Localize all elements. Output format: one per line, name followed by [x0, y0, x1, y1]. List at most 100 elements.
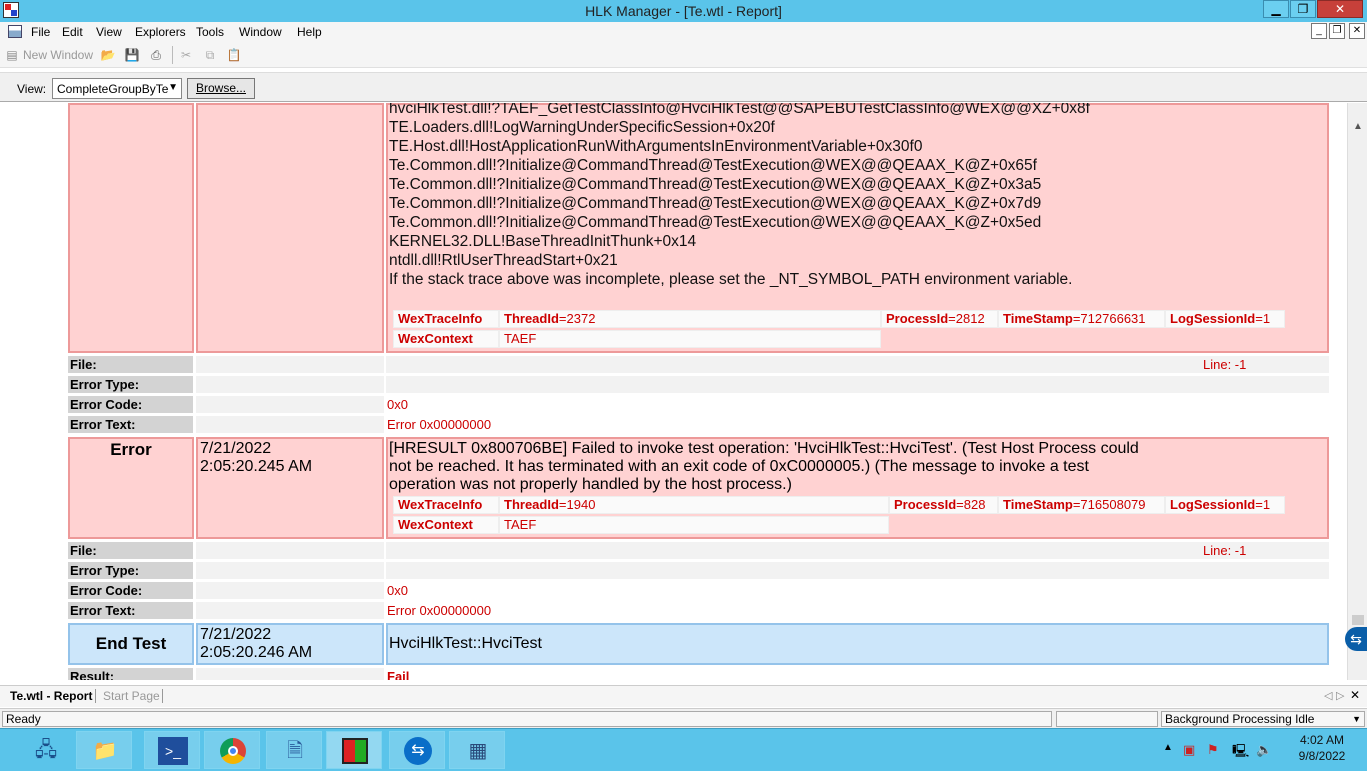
document-app-icon: 🗎 [286, 740, 304, 762]
stack-trace-line: ntdll.dll!RtlUserThreadStart+0x21 [389, 252, 618, 269]
teamviewer-button[interactable]: ⇆ [389, 731, 445, 769]
file-value-cell [386, 356, 1329, 373]
restore-button[interactable]: ❐ [1290, 0, 1316, 18]
network-icon[interactable]: 🖳 [1232, 742, 1249, 764]
menu-explorers[interactable]: Explorers [135, 25, 186, 39]
tab-start-page[interactable]: Start Page [103, 689, 163, 703]
minimize-button[interactable]: ▁ [1263, 0, 1289, 18]
file-label: File: [68, 356, 193, 373]
view-label: View: [17, 82, 47, 96]
menu-file[interactable]: File [31, 25, 50, 39]
new-window-icon[interactable]: ▤ [4, 47, 20, 63]
end-test-date: 7/21/2022 [200, 626, 272, 643]
chevron-down-icon[interactable]: ▼ [1352, 712, 1361, 726]
error-code-value: 0x0 [387, 397, 408, 412]
document-icon[interactable] [8, 25, 22, 38]
system-clock[interactable]: 4:02 AM 9/8/2022 [1292, 732, 1352, 764]
view-select[interactable]: CompleteGroupByTe ▼ [52, 78, 182, 99]
file-explorer-button[interactable]: 📁 [76, 731, 132, 769]
menu-view[interactable]: View [96, 25, 122, 39]
event-type-cell [68, 103, 194, 353]
report-view[interactable]: hvciHlkTest.dll!?TAEF_GetTestClassInfo@H… [0, 103, 1347, 680]
wex-process-id: ProcessId=2812 [881, 310, 998, 328]
tab-scroll-left-icon[interactable]: ◁ [1324, 689, 1332, 702]
print-icon[interactable]: ⎙ [148, 47, 164, 63]
hlk-manager-button[interactable] [326, 731, 382, 769]
file-gray-cell [196, 542, 384, 559]
tab-close-icon[interactable]: ✕ [1350, 688, 1360, 702]
browse-button[interactable]: Browse... [187, 78, 255, 99]
status-processing-text: Background Processing Idle [1165, 712, 1315, 726]
tab-te-report[interactable]: Te.wtl - Report [10, 689, 97, 703]
scroll-up-icon[interactable]: ▲ [1353, 121, 1363, 132]
end-test-message: HvciHlkTest::HvciTest [389, 635, 542, 652]
new-window-button[interactable]: New Window [23, 48, 93, 62]
error-event-date: 7/21/2022 [200, 440, 272, 457]
wex-timestamp: TimeStamp=712766631 [998, 310, 1165, 328]
close-button[interactable]: ✕ [1317, 0, 1363, 18]
wex-context-label: WexContext [393, 330, 499, 348]
menu-help[interactable]: Help [297, 25, 322, 39]
tray-app-icon[interactable]: ▣ [1183, 742, 1195, 758]
paste-icon[interactable]: 📋 [226, 47, 242, 63]
wex-traceinfo-label: WexTraceInfo [393, 496, 499, 514]
wex-context-value: TAEF [499, 516, 889, 534]
clock-date: 9/8/2022 [1298, 749, 1346, 763]
copy-icon[interactable]: ⧉ [202, 47, 218, 63]
error-event-time: 2:05:20.245 AM [200, 458, 313, 475]
error-event-label: Error [110, 440, 152, 459]
chrome-button[interactable] [204, 731, 260, 769]
action-center-icon[interactable]: ⚑ [1207, 742, 1219, 758]
result-label: Result: [68, 668, 193, 680]
chrome-icon [218, 737, 248, 765]
mdi-restore-button[interactable]: ❐ [1329, 23, 1345, 39]
vertical-scrollbar[interactable]: ▲ [1347, 103, 1367, 680]
status-processing[interactable]: Background Processing Idle ▼ [1161, 711, 1365, 727]
stack-trace-line: Te.Common.dll!?Initialize@CommandThread@… [389, 214, 1042, 231]
tab-scroll-right-icon[interactable]: ▷ [1336, 689, 1344, 702]
error-type-gray-cell [196, 562, 384, 579]
window-title: HLK Manager - [Te.wtl - Report] [585, 3, 782, 19]
file-label: File: [68, 542, 193, 559]
menu-edit[interactable]: Edit [62, 25, 83, 39]
wex-timestamp: TimeStamp=716508079 [998, 496, 1165, 514]
error-text-label: Error Text: [68, 416, 193, 433]
volume-icon[interactable]: 🔈 [1256, 742, 1272, 758]
status-text: Ready [2, 711, 1052, 727]
error-code-label: Error Code: [68, 582, 193, 599]
mdi-minimize-button[interactable]: _ [1311, 23, 1327, 39]
document-tabs: Te.wtl - Report Start Page ◁ ▷ ✕ [0, 685, 1367, 707]
scroll-thumb[interactable] [1352, 615, 1364, 625]
end-test-label: End Test [95, 634, 167, 653]
menu-bar: File Edit View Explorers Tools Window He… [0, 22, 1367, 42]
error-code-gray-cell [196, 396, 384, 413]
file-gray-cell [196, 356, 384, 373]
stack-trace-line: TE.Loaders.dll!LogWarningUnderSpecificSe… [389, 119, 775, 136]
menu-tools[interactable]: Tools [196, 25, 224, 39]
powershell-button[interactable]: >_ [144, 731, 200, 769]
teamviewer-side-icon[interactable]: ⇆ [1345, 627, 1367, 651]
toolbar-separator [172, 46, 173, 64]
error-type-value-cell [386, 562, 1329, 579]
wex-log-session: LogSessionId=1 [1165, 496, 1285, 514]
error-type-value-cell [386, 376, 1329, 393]
menu-window[interactable]: Window [239, 25, 282, 39]
mdi-close-button[interactable]: ✕ [1349, 23, 1365, 39]
cut-icon[interactable]: ✂ [178, 47, 194, 63]
tray-expand-icon[interactable]: ▲ [1163, 742, 1173, 753]
server-manager-button[interactable]: 🖧 [18, 731, 74, 769]
error-message-line-1: [HRESULT 0x800706BE] Failed to invoke te… [389, 440, 1139, 457]
end-test-time: 2:05:20.246 AM [200, 644, 313, 661]
wex-thread-id: ThreadId=2372 [499, 310, 881, 328]
open-folder-icon[interactable]: 📂 [100, 47, 116, 63]
wex-log-session: LogSessionId=1 [1165, 310, 1285, 328]
wex-context-label: WexContext [393, 516, 499, 534]
error-text-value: Error 0x00000000 [387, 417, 492, 432]
wex-process-id: ProcessId=828 [889, 496, 998, 514]
chevron-down-icon[interactable]: ▼ [168, 82, 178, 93]
control-panel-button[interactable]: ▦ [449, 731, 505, 769]
stack-trace-line: Te.Common.dll!?Initialize@CommandThread@… [389, 176, 1042, 193]
line-number: Line: -1 [1203, 543, 1247, 558]
document-app-button[interactable]: 🗎 [266, 731, 322, 769]
save-icon[interactable]: 💾 [124, 47, 140, 63]
